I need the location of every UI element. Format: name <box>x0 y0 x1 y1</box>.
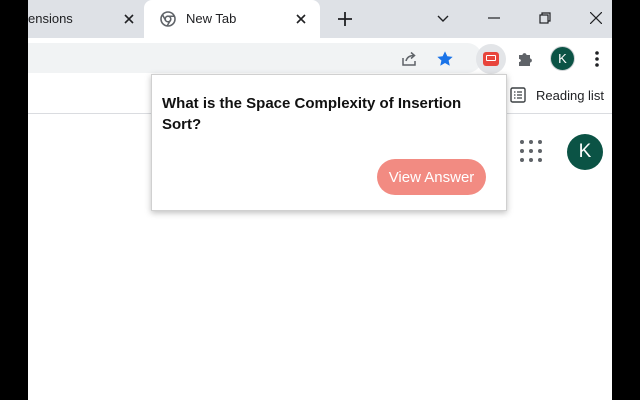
browser-window: ensions New Tab K Reading list K What is… <box>28 0 612 400</box>
close-icon <box>590 12 602 24</box>
flashcard-extension-icon <box>483 52 499 66</box>
tab-title: ensions <box>28 11 73 26</box>
question-text: What is the Space Complexity of Insertio… <box>162 95 462 133</box>
chevron-down-icon <box>437 15 449 22</box>
minimize-icon <box>488 17 500 19</box>
account-avatar[interactable]: K <box>567 134 603 170</box>
new-tab-button[interactable] <box>334 8 356 30</box>
profile-avatar-button[interactable]: K <box>550 46 575 71</box>
share-button[interactable] <box>398 48 420 70</box>
star-icon <box>437 51 453 66</box>
tab-search-button[interactable] <box>432 8 454 30</box>
close-icon[interactable] <box>292 10 310 28</box>
bookmark-star-button[interactable] <box>434 48 456 70</box>
minimize-button[interactable] <box>482 6 506 30</box>
close-icon[interactable] <box>120 10 138 28</box>
extensions-menu-button[interactable] <box>514 48 536 70</box>
extension-action-button[interactable] <box>476 44 506 74</box>
tab-new-tab[interactable]: New Tab <box>144 0 320 38</box>
plus-icon <box>338 12 352 26</box>
extension-popup: What is the Space Complexity of Insertio… <box>151 74 507 211</box>
share-icon <box>402 51 416 66</box>
google-apps-button[interactable] <box>518 138 544 164</box>
more-menu-button[interactable] <box>588 48 606 70</box>
toolbar: K <box>28 38 612 76</box>
tab-title: New Tab <box>186 11 237 26</box>
window-close-button[interactable] <box>584 6 608 30</box>
chrome-icon <box>160 11 176 32</box>
kebab-menu-icon <box>595 51 599 67</box>
tab-strip: ensions New Tab <box>28 0 612 38</box>
reading-list-button[interactable]: Reading list <box>510 84 604 106</box>
tab-extensions[interactable]: ensions <box>28 0 144 38</box>
restore-button[interactable] <box>533 6 557 30</box>
view-answer-button[interactable]: View Answer <box>377 159 486 195</box>
restore-icon <box>539 12 551 24</box>
puzzle-icon <box>519 53 532 66</box>
reading-list-icon <box>510 87 526 103</box>
reading-list-label: Reading list <box>536 87 604 103</box>
